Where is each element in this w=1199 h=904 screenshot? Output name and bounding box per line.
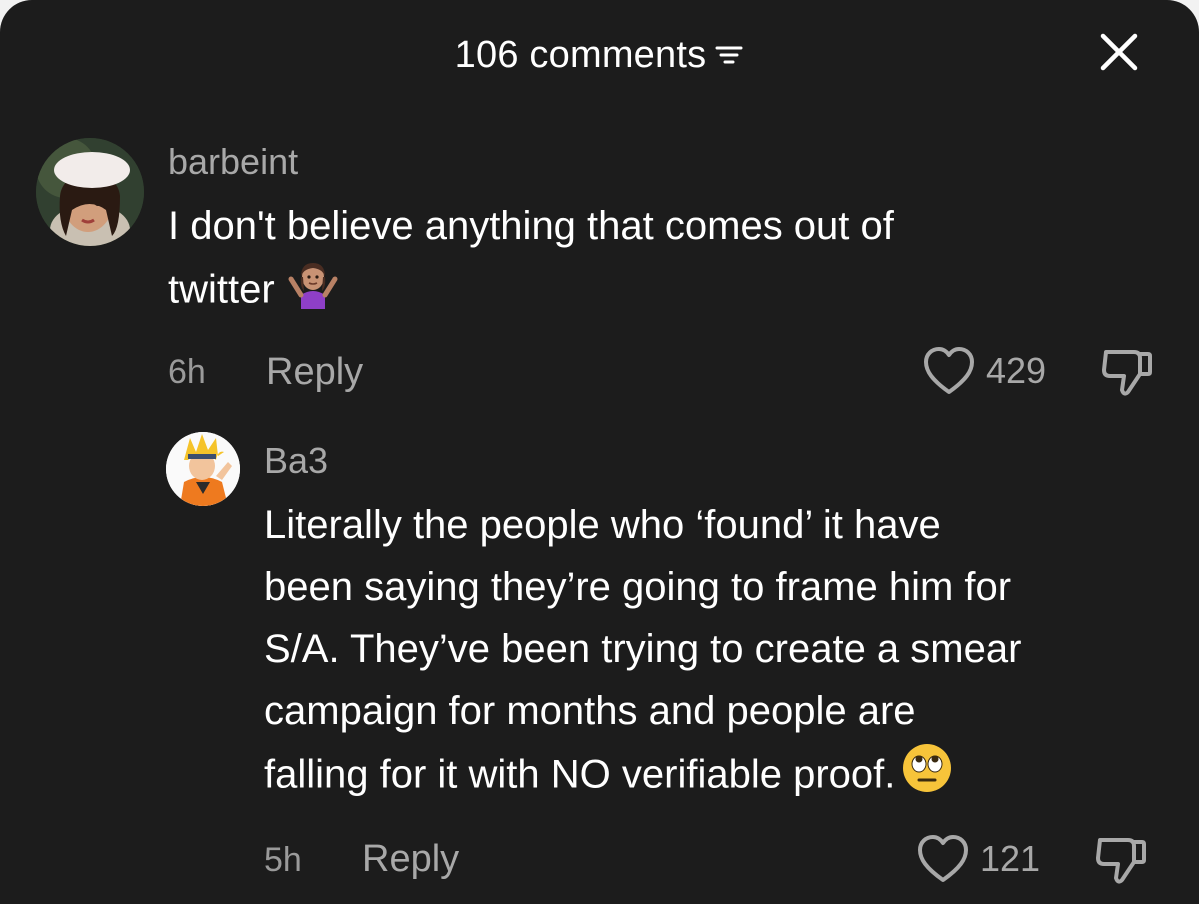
person-shrugging-emoji-icon [287,257,339,327]
comment-text-line: falling for it with NO verifiable proof. [264,752,896,797]
comment-text-line-last: falling for it with NO verifiable proof. [264,742,1184,812]
reply-button[interactable]: Reply [362,838,459,881]
like-count: 121 [980,838,1041,879]
comment-time: 5h [264,841,302,879]
face-with-rolling-eyes-emoji-icon [901,742,953,812]
dislike-button[interactable] [1092,834,1148,891]
comment-time: 6h [168,353,206,391]
comment-text-line: I don't believe anything that comes out … [168,204,894,248]
comment-text-line: Literally the people who ‘found’ it have [264,503,941,547]
reply-button[interactable]: Reply [266,351,363,394]
heart-outline-icon [918,835,968,882]
comment-text-line-last: twitter [168,257,1128,327]
comment-username[interactable]: barbeint [168,141,298,183]
comment-text-line: been saying they’re going to frame him f… [264,565,1012,609]
like-button[interactable]: 121 [916,834,1040,884]
comment-item: barbeint I don't believe anything that c… [0,0,1199,410]
thumbs-down-icon [1102,350,1152,396]
comment-item: Ba3 Literally the people who ‘found’ it … [0,410,1199,904]
dislike-button[interactable] [1098,346,1154,403]
like-count: 429 [986,350,1047,391]
comment-text: I don't believe anything that comes out … [168,195,1128,327]
comment-text-line: S/A. They’ve been trying to create a sme… [264,627,1022,671]
comment-username[interactable]: Ba3 [264,440,328,482]
comment-text: Literally the people who ‘found’ it have… [264,494,1184,812]
like-button[interactable]: 429 [922,346,1046,396]
avatar[interactable] [166,432,240,506]
comment-text-line: campaign for months and people are [264,689,916,733]
comments-sheet: 106 comments barbeint I don't believe an… [0,0,1199,904]
heart-outline-icon [924,347,974,394]
comment-text-line: twitter [168,267,275,312]
thumbs-down-icon [1096,838,1146,884]
avatar[interactable] [36,138,144,246]
